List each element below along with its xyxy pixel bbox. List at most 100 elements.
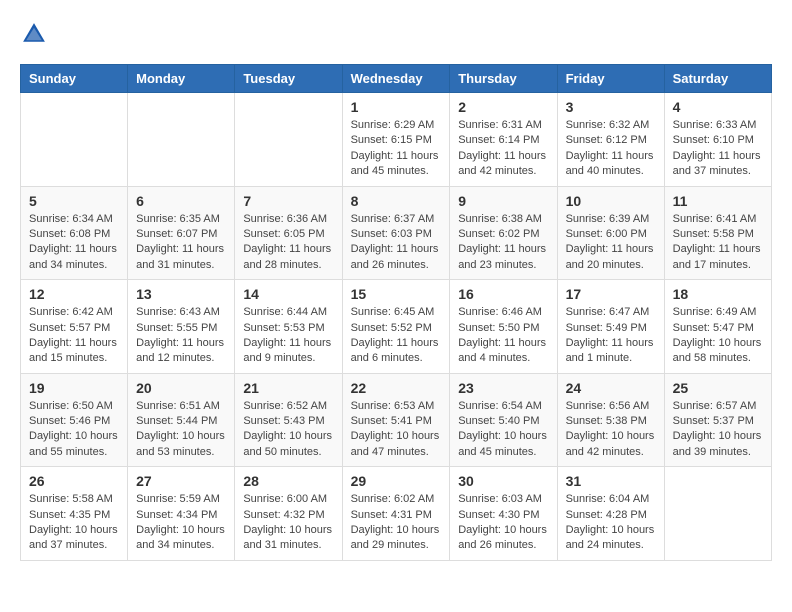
- day-number: 3: [566, 99, 656, 115]
- day-info: Sunrise: 6:44 AM Sunset: 5:53 PM Dayligh…: [243, 305, 333, 367]
- day-info: Sunrise: 6:47 AM Sunset: 5:49 PM Dayligh…: [566, 305, 656, 367]
- day-number: 8: [351, 193, 442, 209]
- calendar-cell: 6 Sunrise: 6:35 AM Sunset: 6:07 PM Daylig…: [128, 186, 235, 280]
- day-number: 1: [351, 99, 442, 115]
- day-info: Sunrise: 6:03 AM Sunset: 4:30 PM Dayligh…: [458, 492, 548, 554]
- calendar-cell: 30 Sunrise: 6:03 AM Sunset: 4:30 PM Dayli…: [450, 467, 557, 561]
- logo-icon: [20, 20, 48, 48]
- calendar-cell: 24Sunrise: 6:56 AM Sunset: 5:38 PM Dayli…: [557, 373, 664, 467]
- day-number: 6: [136, 193, 226, 209]
- day-number: 5: [29, 193, 119, 209]
- weekday-header-thursday: Thursday: [450, 65, 557, 93]
- day-number: 29: [351, 473, 442, 489]
- day-info: Sunrise: 6:31 AM Sunset: 6:14 PM Dayligh…: [458, 118, 548, 180]
- day-info: Sunrise: 6:39 AM Sunset: 6:00 PM Dayligh…: [566, 212, 656, 274]
- weekday-header-tuesday: Tuesday: [235, 65, 342, 93]
- day-info: Sunrise: 6:02 AM Sunset: 4:31 PM Dayligh…: [351, 492, 442, 554]
- day-number: 25: [673, 380, 763, 396]
- day-info: Sunrise: 6:54 AM Sunset: 5:40 PM Dayligh…: [458, 399, 548, 461]
- day-number: 9: [458, 193, 548, 209]
- day-info: Sunrise: 6:51 AM Sunset: 5:44 PM Dayligh…: [136, 399, 226, 461]
- calendar-body: 1Sunrise: 6:29 AM Sunset: 6:15 PM Daylig…: [21, 93, 772, 561]
- calendar-cell: 14 Sunrise: 6:44 AM Sunset: 5:53 PM Dayli…: [235, 280, 342, 374]
- day-info: Sunrise: 6:36 AM Sunset: 6:05 PM Dayligh…: [243, 212, 333, 274]
- calendar-cell: 11 Sunrise: 6:41 AM Sunset: 5:58 PM Dayli…: [664, 186, 771, 280]
- day-number: 23: [458, 380, 548, 396]
- day-number: 11: [673, 193, 763, 209]
- calendar-cell: 2 Sunrise: 6:31 AM Sunset: 6:14 PM Daylig…: [450, 93, 557, 187]
- day-number: 10: [566, 193, 656, 209]
- calendar-cell: 25 Sunrise: 6:57 AM Sunset: 5:37 PM Dayli…: [664, 373, 771, 467]
- day-info: Sunrise: 6:49 AM Sunset: 5:47 PM Dayligh…: [673, 305, 763, 367]
- day-number: 4: [673, 99, 763, 115]
- day-number: 2: [458, 99, 548, 115]
- calendar-cell: 16Sunrise: 6:46 AM Sunset: 5:50 PM Dayli…: [450, 280, 557, 374]
- day-info: Sunrise: 6:35 AM Sunset: 6:07 PM Dayligh…: [136, 212, 226, 274]
- calendar-cell: 29 Sunrise: 6:02 AM Sunset: 4:31 PM Dayli…: [342, 467, 450, 561]
- day-number: 20: [136, 380, 226, 396]
- calendar-cell: 13 Sunrise: 6:43 AM Sunset: 5:55 PM Dayli…: [128, 280, 235, 374]
- day-info: Sunrise: 6:57 AM Sunset: 5:37 PM Dayligh…: [673, 399, 763, 461]
- day-number: 19: [29, 380, 119, 396]
- day-info: Sunrise: 6:04 AM Sunset: 4:28 PM Dayligh…: [566, 492, 656, 554]
- calendar-cell: 7 Sunrise: 6:36 AM Sunset: 6:05 PM Daylig…: [235, 186, 342, 280]
- calendar-cell: 12 Sunrise: 6:42 AM Sunset: 5:57 PM Dayli…: [21, 280, 128, 374]
- day-number: 15: [351, 286, 442, 302]
- calendar-week-1: 5 Sunrise: 6:34 AM Sunset: 6:08 PM Daylig…: [21, 186, 772, 280]
- day-number: 14: [243, 286, 333, 302]
- day-info: Sunrise: 6:33 AM Sunset: 6:10 PM Dayligh…: [673, 118, 763, 180]
- day-number: 28: [243, 473, 333, 489]
- day-info: Sunrise: 5:59 AM Sunset: 4:34 PM Dayligh…: [136, 492, 226, 554]
- day-number: 13: [136, 286, 226, 302]
- weekday-header-saturday: Saturday: [664, 65, 771, 93]
- calendar-cell: 31Sunrise: 6:04 AM Sunset: 4:28 PM Dayli…: [557, 467, 664, 561]
- calendar-cell: 1Sunrise: 6:29 AM Sunset: 6:15 PM Daylig…: [342, 93, 450, 187]
- day-number: 30: [458, 473, 548, 489]
- calendar-cell: 8 Sunrise: 6:37 AM Sunset: 6:03 PM Daylig…: [342, 186, 450, 280]
- weekday-header-sunday: Sunday: [21, 65, 128, 93]
- calendar-cell: 18 Sunrise: 6:49 AM Sunset: 5:47 PM Dayli…: [664, 280, 771, 374]
- day-info: Sunrise: 6:50 AM Sunset: 5:46 PM Dayligh…: [29, 399, 119, 461]
- day-info: Sunrise: 6:32 AM Sunset: 6:12 PM Dayligh…: [566, 118, 656, 180]
- day-number: 7: [243, 193, 333, 209]
- weekday-header-monday: Monday: [128, 65, 235, 93]
- calendar-cell: 21Sunrise: 6:52 AM Sunset: 5:43 PM Dayli…: [235, 373, 342, 467]
- day-info: Sunrise: 6:00 AM Sunset: 4:32 PM Dayligh…: [243, 492, 333, 554]
- day-info: Sunrise: 6:34 AM Sunset: 6:08 PM Dayligh…: [29, 212, 119, 274]
- calendar-cell: 28 Sunrise: 6:00 AM Sunset: 4:32 PM Dayli…: [235, 467, 342, 561]
- calendar-cell: [235, 93, 342, 187]
- calendar-week-4: 26Sunrise: 5:58 AM Sunset: 4:35 PM Dayli…: [21, 467, 772, 561]
- day-info: Sunrise: 6:42 AM Sunset: 5:57 PM Dayligh…: [29, 305, 119, 367]
- day-info: Sunrise: 6:43 AM Sunset: 5:55 PM Dayligh…: [136, 305, 226, 367]
- calendar-cell: 5 Sunrise: 6:34 AM Sunset: 6:08 PM Daylig…: [21, 186, 128, 280]
- calendar-cell: 9 Sunrise: 6:38 AM Sunset: 6:02 PM Daylig…: [450, 186, 557, 280]
- calendar: SundayMondayTuesdayWednesdayThursdayFrid…: [20, 64, 772, 561]
- calendar-cell: [21, 93, 128, 187]
- calendar-cell: 3 Sunrise: 6:32 AM Sunset: 6:12 PM Daylig…: [557, 93, 664, 187]
- calendar-cell: 4 Sunrise: 6:33 AM Sunset: 6:10 PM Daylig…: [664, 93, 771, 187]
- calendar-week-3: 19 Sunrise: 6:50 AM Sunset: 5:46 PM Dayli…: [21, 373, 772, 467]
- day-info: Sunrise: 6:53 AM Sunset: 5:41 PM Dayligh…: [351, 399, 442, 461]
- weekday-header-friday: Friday: [557, 65, 664, 93]
- page-header: [20, 20, 772, 48]
- day-number: 12: [29, 286, 119, 302]
- calendar-header: SundayMondayTuesdayWednesdayThursdayFrid…: [21, 65, 772, 93]
- calendar-cell: 23 Sunrise: 6:54 AM Sunset: 5:40 PM Dayli…: [450, 373, 557, 467]
- day-number: 18: [673, 286, 763, 302]
- logo: [20, 20, 52, 48]
- day-number: 17: [566, 286, 656, 302]
- calendar-cell: 27Sunrise: 5:59 AM Sunset: 4:34 PM Dayli…: [128, 467, 235, 561]
- calendar-cell: 17 Sunrise: 6:47 AM Sunset: 5:49 PM Dayli…: [557, 280, 664, 374]
- calendar-cell: 20 Sunrise: 6:51 AM Sunset: 5:44 PM Dayli…: [128, 373, 235, 467]
- day-number: 21: [243, 380, 333, 396]
- day-info: Sunrise: 6:37 AM Sunset: 6:03 PM Dayligh…: [351, 212, 442, 274]
- calendar-cell: 10 Sunrise: 6:39 AM Sunset: 6:00 PM Dayli…: [557, 186, 664, 280]
- day-number: 26: [29, 473, 119, 489]
- weekday-header-wednesday: Wednesday: [342, 65, 450, 93]
- day-info: Sunrise: 6:45 AM Sunset: 5:52 PM Dayligh…: [351, 305, 442, 367]
- calendar-cell: 15 Sunrise: 6:45 AM Sunset: 5:52 PM Dayli…: [342, 280, 450, 374]
- day-number: 16: [458, 286, 548, 302]
- day-info: Sunrise: 6:41 AM Sunset: 5:58 PM Dayligh…: [673, 212, 763, 274]
- day-number: 22: [351, 380, 442, 396]
- day-info: Sunrise: 6:38 AM Sunset: 6:02 PM Dayligh…: [458, 212, 548, 274]
